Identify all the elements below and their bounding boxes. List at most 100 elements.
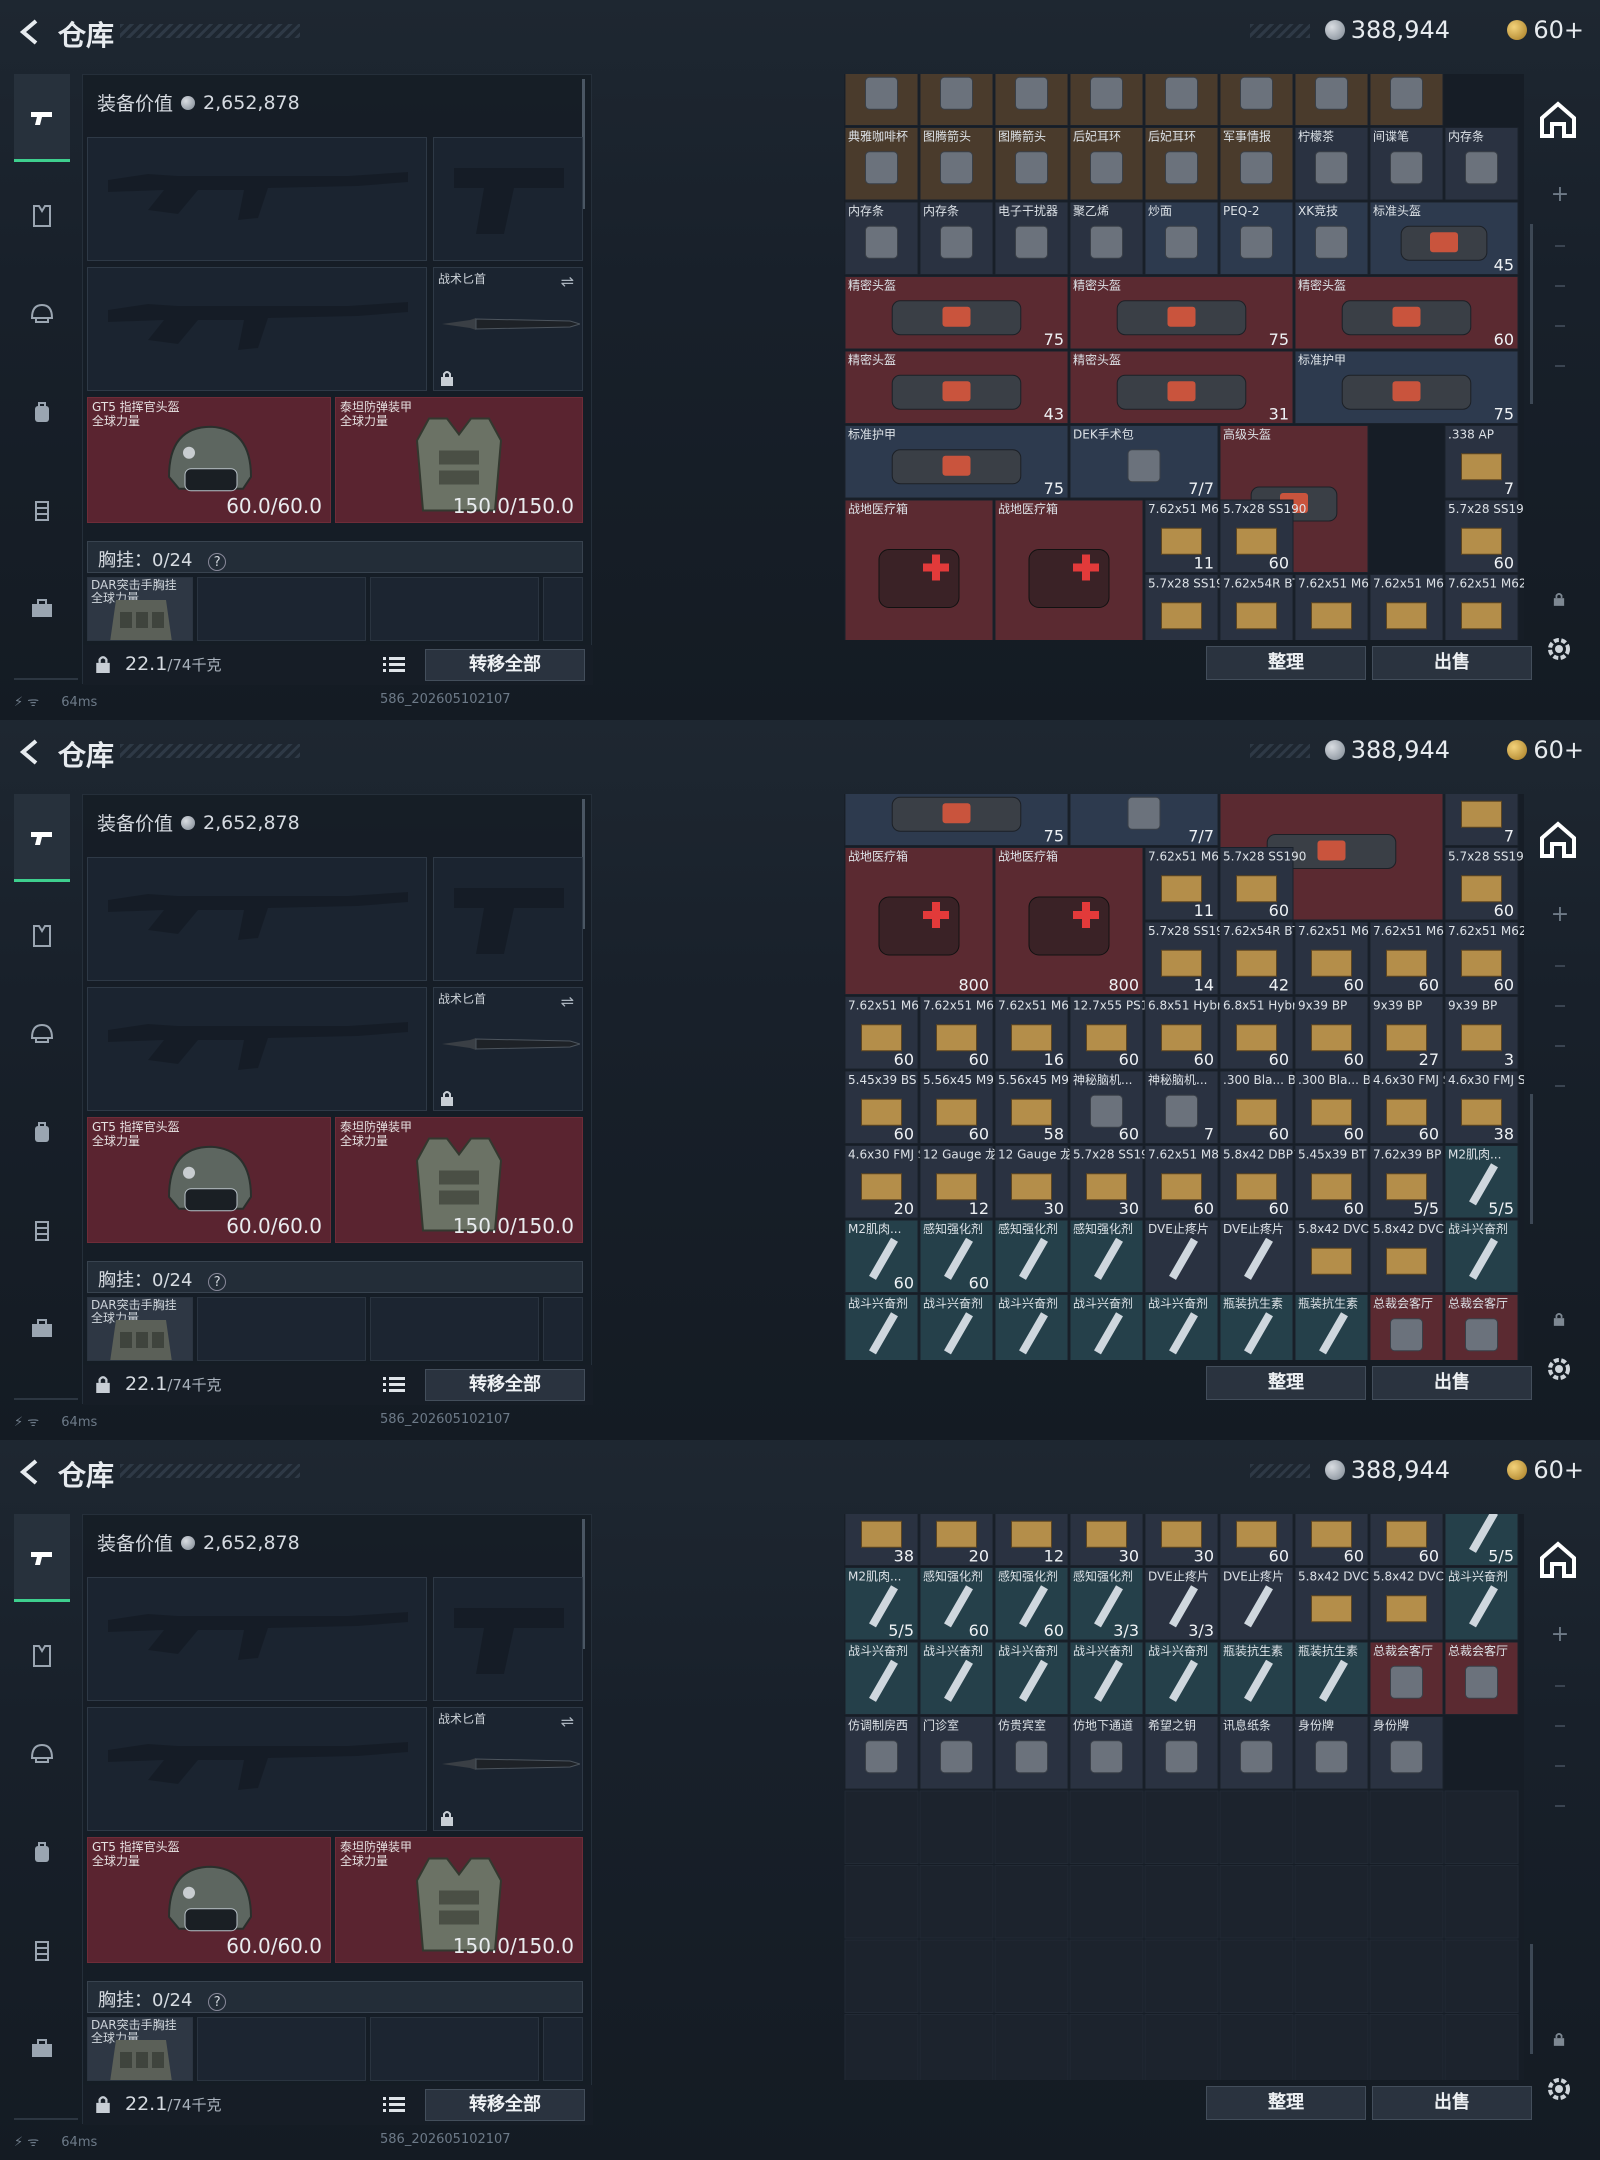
empty-stash-cell[interactable]: [1144, 1939, 1219, 2013]
stash-item[interactable]: 内存条: [919, 201, 994, 275]
stash-item[interactable]: 总裁会客厅: [1369, 1294, 1444, 1361]
nav-consumables[interactable]: [14, 1186, 70, 1274]
chest-rig-empty-slot[interactable]: [543, 2017, 583, 2081]
stash-item[interactable]: 5.45x39 BT60: [1294, 1145, 1369, 1219]
stash-item[interactable]: 7.62x51 M62 11: [1144, 847, 1227, 921]
pistol-slot[interactable]: [433, 1577, 583, 1701]
stash-item[interactable]: 典雅咖啡杯: [844, 127, 919, 201]
nav-backpack[interactable]: [14, 1088, 70, 1176]
chest-rig-empty-slot[interactable]: [543, 577, 583, 641]
stash-item[interactable]: 图腾箭头: [994, 127, 1069, 201]
stash-item[interactable]: 9x39 BP 60: [1294, 996, 1369, 1070]
stash-item[interactable]: 柠檬茶: [1294, 127, 1369, 201]
stash-item[interactable]: 战斗兴奋剂: [1444, 1567, 1519, 1641]
stash-item[interactable]: 瓶装抗生素: [1294, 1294, 1369, 1361]
pistol-slot[interactable]: [433, 857, 583, 981]
stash-item[interactable]: 战地医疗箱 800: [994, 847, 1144, 995]
stash-item[interactable]: DVE止疼片: [1219, 1567, 1294, 1641]
empty-stash-cell[interactable]: [1444, 1790, 1519, 1864]
body-armor-slot[interactable]: 泰坦防弹装甲 全球力量 150.0/150.0: [335, 397, 583, 523]
chest-rig-item[interactable]: DAR突击手胸挂 全球力量: [87, 577, 193, 641]
warehouse-icon[interactable]: [1536, 818, 1580, 862]
stash-item[interactable]: 感知强化剂 60: [919, 1567, 994, 1641]
lock-icon[interactable]: [1553, 592, 1565, 606]
stash-item[interactable]: M2肌肉... 5/5: [844, 1567, 919, 1641]
chest-rig-item[interactable]: DAR突击手胸挂 全球力量: [87, 1297, 193, 1361]
stash-item[interactable]: 典藏打火机: [1369, 74, 1444, 126]
stash-item[interactable]: 感知强化剂 60: [919, 1219, 994, 1293]
stash-scrollbar[interactable]: [1530, 1944, 1533, 2054]
stash-item[interactable]: 精密头盔 43: [844, 350, 1069, 424]
empty-stash-cell[interactable]: [919, 2014, 994, 2081]
list-icon[interactable]: [383, 1375, 405, 1395]
stash-item[interactable]: 5.7x28 SS190 60: [1444, 847, 1524, 921]
chest-rig-empty-slot[interactable]: [370, 2017, 539, 2081]
nav-armor[interactable]: [14, 1612, 70, 1700]
stash-item[interactable]: 军用网络: [1069, 74, 1144, 126]
stash-item[interactable]: 金笔: [994, 74, 1069, 126]
stash-item[interactable]: 战斗兴奋剂: [1444, 1219, 1519, 1293]
stash-item[interactable]: .338 AP7: [1444, 794, 1519, 846]
nav-helmet[interactable]: [14, 990, 70, 1078]
empty-stash-cell[interactable]: [1369, 1790, 1444, 1864]
stash-item[interactable]: 战斗兴奋剂: [1144, 1294, 1219, 1361]
stash-item[interactable]: 战斗兴奋剂: [1144, 1641, 1219, 1715]
stash-item[interactable]: 精密头盔 75: [844, 276, 1069, 350]
stash-item[interactable]: 仿地下通道: [1069, 1716, 1144, 1790]
stash-item[interactable]: 海盗弯刀: [1294, 74, 1369, 126]
stash-item[interactable]: 总裁会客厅: [1369, 1641, 1444, 1715]
melee-slot[interactable]: 战术匕首 ⇌: [433, 1707, 583, 1831]
stash-item[interactable]: 总裁会客厅: [1444, 1294, 1519, 1361]
empty-stash-cell[interactable]: [844, 2014, 919, 2081]
list-icon[interactable]: [383, 655, 405, 675]
primary-weapon-slot[interactable]: [87, 137, 427, 261]
stash-item[interactable]: 后妃耳环: [1069, 127, 1144, 201]
stash-item[interactable]: 身份牌: [1369, 1716, 1444, 1790]
stash-item[interactable]: 门诊室: [919, 1716, 994, 1790]
helmet-slot[interactable]: GT5 指挥官头盔 全球力量 60.0/60.0: [87, 1117, 331, 1243]
stash-item[interactable]: 战地医疗箱: [844, 499, 994, 640]
stash-item[interactable]: 军事情报: [1219, 127, 1294, 201]
transfer-all-button[interactable]: 转移全部: [425, 649, 585, 681]
stash-item[interactable]: 7.62x51 M62 60: [1294, 921, 1377, 995]
secondary-weapon-slot[interactable]: [87, 1707, 427, 1831]
sell-button[interactable]: 出售: [1372, 1366, 1532, 1400]
stash-item[interactable]: 炒面: [1144, 201, 1219, 275]
stash-item[interactable]: 总裁会客厅: [1444, 1641, 1519, 1715]
stash-item[interactable]: 7.62x39 BP 5/5: [1369, 1145, 1444, 1219]
sort-button[interactable]: 整理: [1206, 2086, 1366, 2120]
nav-briefcase[interactable]: [14, 1284, 70, 1372]
chest-rig-empty-slot[interactable]: [197, 1297, 366, 1361]
empty-stash-cell[interactable]: [1144, 1790, 1219, 1864]
stash-item[interactable]: 瓶装抗生素: [1219, 1641, 1294, 1715]
primary-weapon-slot[interactable]: [87, 1577, 427, 1701]
help-icon[interactable]: ?: [208, 1993, 227, 2011]
stash-item[interactable]: 战斗兴奋剂: [1069, 1641, 1144, 1715]
stash-item[interactable]: 5.45x39 BS 60: [844, 1070, 919, 1144]
stash-item[interactable]: 5.45x39 BT60: [1294, 1514, 1369, 1566]
empty-stash-cell[interactable]: [844, 1790, 919, 1864]
back-arrow-icon[interactable]: [16, 738, 44, 766]
stash-item[interactable]: 身份牌: [1294, 1716, 1369, 1790]
nav-weapons[interactable]: [14, 74, 70, 162]
stash-item[interactable]: 7.62x51 M62 16: [994, 996, 1077, 1070]
empty-stash-cell[interactable]: [994, 1939, 1069, 2013]
stash-item[interactable]: 精密头盔 75: [1069, 276, 1294, 350]
stash-item[interactable]: 9x39 BP 27: [1369, 996, 1444, 1070]
stash-item[interactable]: 7.62x39 BP60: [1369, 1514, 1444, 1566]
chest-rig-empty-slot[interactable]: [370, 1297, 539, 1361]
empty-stash-cell[interactable]: [1069, 1939, 1144, 2013]
warehouse-icon[interactable]: [1536, 1538, 1580, 1582]
stash-item[interactable]: 7.62x51 M62 11: [1144, 499, 1227, 573]
stash-item[interactable]: 7.62x51 M62 60: [1444, 921, 1524, 995]
stash-item[interactable]: 战斗兴奋剂: [844, 1294, 919, 1361]
stash-item[interactable]: 7.62x54R BT 42: [1219, 921, 1300, 995]
empty-stash-cell[interactable]: [1369, 1865, 1444, 1939]
nav-helmet[interactable]: [14, 1710, 70, 1798]
stash-item[interactable]: 间谍笔: [1369, 127, 1444, 201]
lock-icon[interactable]: [1553, 1312, 1565, 1326]
empty-stash-cell[interactable]: [994, 2014, 1069, 2081]
stash-item[interactable]: 7.62x51 M62 60: [1369, 921, 1452, 995]
stash-item[interactable]: 5.7x28 SS190 14: [1144, 921, 1231, 995]
nav-briefcase[interactable]: [14, 564, 70, 652]
